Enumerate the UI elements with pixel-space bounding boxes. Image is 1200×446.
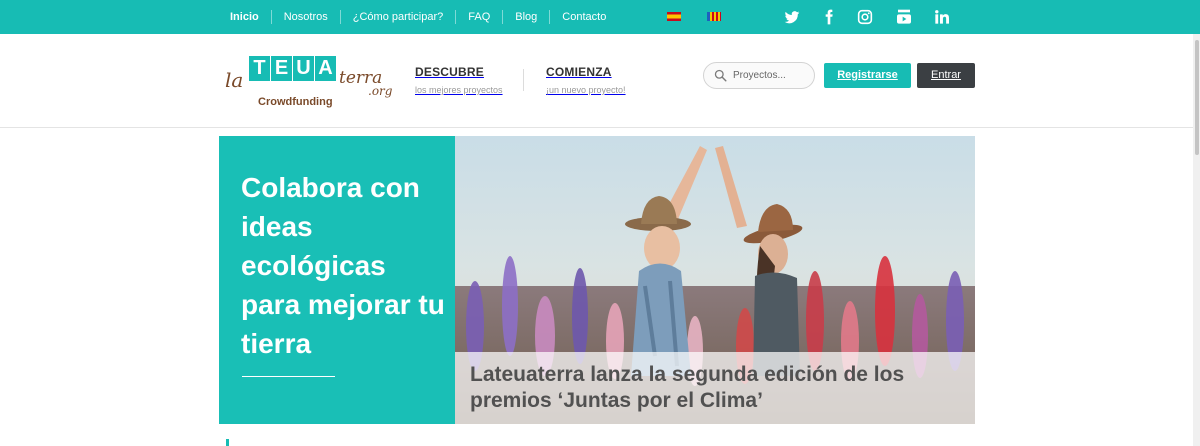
site-header: la T E U A terra .org Crowdfunding DESCU…: [0, 34, 1200, 128]
logo-tiles: T E U A: [249, 56, 337, 81]
nav-como-participar[interactable]: ¿Cómo participar?: [339, 10, 455, 24]
nav-inicio[interactable]: Inicio: [219, 10, 271, 24]
logo-prefix: la: [225, 68, 244, 92]
hero-caption-text: Lateuaterra lanza la segunda edición de …: [470, 363, 905, 412]
hero-divider: [242, 376, 335, 377]
menu-descubre[interactable]: DESCUBRE los mejores proyectos: [415, 65, 503, 95]
nav-contacto[interactable]: Contacto: [549, 10, 618, 24]
nav-faq[interactable]: FAQ: [455, 10, 502, 24]
facebook-icon[interactable]: [821, 9, 837, 25]
hero-caption: Lateuaterra lanza la segunda edición de …: [455, 352, 975, 424]
nav-nosotros[interactable]: Nosotros: [270, 10, 340, 24]
logo-tagline: Crowdfunding: [258, 96, 333, 108]
valencia-flag-icon[interactable]: [707, 12, 721, 21]
menu-divider: [523, 69, 524, 91]
top-nav: Inicio Nosotros ¿Cómo participar? FAQ Bl…: [219, 0, 618, 34]
hero-headline: Colabora con ideas ecológicas para mejor…: [241, 172, 445, 359]
instagram-icon[interactable]: [857, 9, 873, 25]
menu-comienza-subtitle: ¡un nuevo proyecto!: [546, 85, 626, 95]
es-flag-icon[interactable]: [667, 12, 681, 21]
login-button[interactable]: Entrar: [917, 63, 975, 88]
logo-tile: T: [249, 56, 270, 81]
logo-tile: A: [315, 56, 336, 81]
menu-descubre-subtitle: los mejores proyectos: [415, 85, 503, 95]
logo-tile: U: [293, 56, 314, 81]
project-search: [703, 62, 815, 89]
youtube-icon[interactable]: [896, 9, 912, 25]
search-input[interactable]: [733, 70, 803, 81]
twitter-icon[interactable]: [784, 9, 800, 25]
top-bar: Inicio Nosotros ¿Cómo participar? FAQ Bl…: [0, 0, 1200, 34]
site-logo[interactable]: la T E U A terra .org Crowdfunding: [225, 56, 400, 112]
hero-slide[interactable]: Lateuaterra lanza la segunda edición de …: [455, 136, 975, 424]
logo-tile: E: [271, 56, 292, 81]
scrollbar-thumb[interactable]: [1195, 40, 1199, 155]
search-icon[interactable]: [714, 69, 727, 82]
menu-comienza-title: COMIENZA: [546, 65, 612, 79]
content-marker: [226, 439, 229, 446]
register-button[interactable]: Registrarse: [824, 63, 911, 88]
linkedin-icon[interactable]: [934, 9, 950, 25]
logo-domain: .org: [368, 84, 393, 98]
hero-panel: Colabora con ideas ecológicas para mejor…: [219, 136, 455, 424]
nav-blog[interactable]: Blog: [502, 10, 549, 24]
menu-comienza[interactable]: COMIENZA ¡un nuevo proyecto!: [546, 65, 626, 95]
menu-descubre-title: DESCUBRE: [415, 65, 484, 79]
